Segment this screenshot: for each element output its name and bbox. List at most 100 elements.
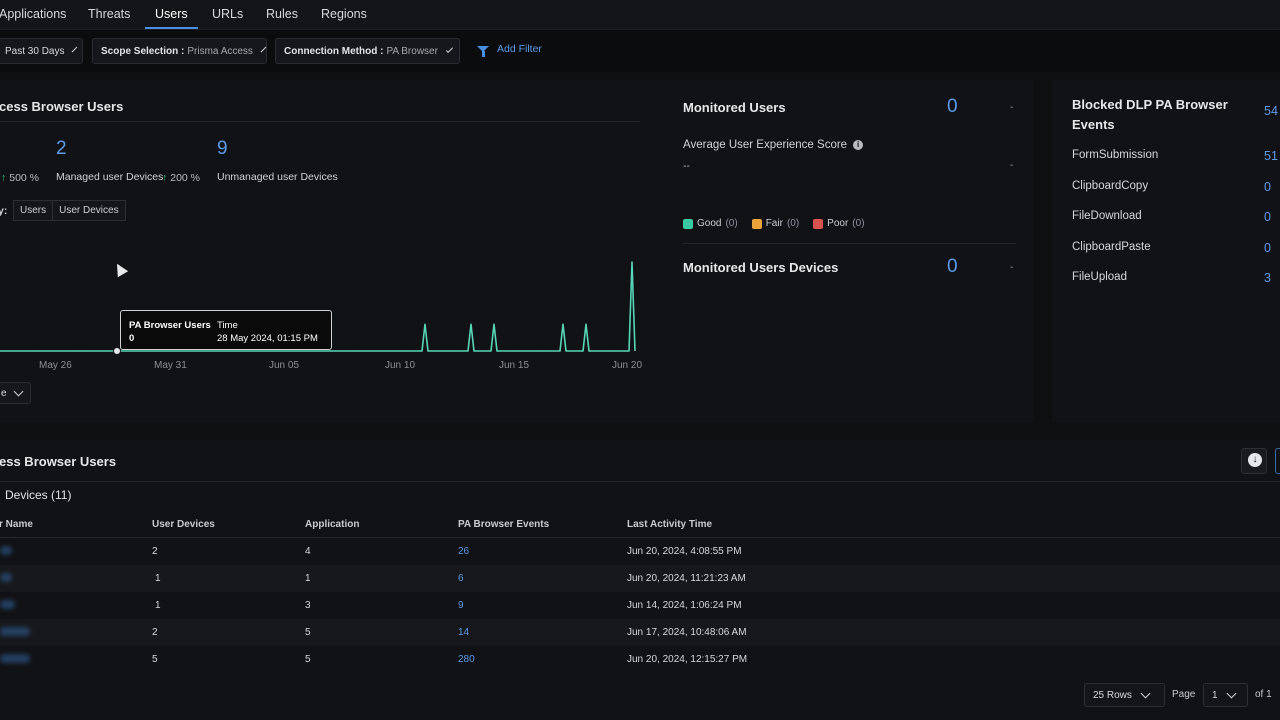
rows-per-page-dropdown[interactable]: 25 Rows [1084,683,1165,707]
dlp-row-value[interactable]: 0 [1264,210,1271,224]
scope-value: Prisma Access [187,45,253,57]
tab-rules[interactable]: Rules [266,0,298,29]
toggle-users[interactable]: Users [13,200,54,221]
data-point[interactable] [33,350,35,352]
poor-swatch-icon [813,218,824,229]
chart-options-dropdown[interactable]: e [0,382,31,404]
dlp-row-label: FileUpload [1072,271,1127,283]
cell-application: 5 [305,627,311,638]
data-point[interactable] [562,323,564,325]
unmanaged-devices-label: Unmanaged user Devices [217,171,338,183]
cell-user-devices: 5 [152,654,158,665]
data-point[interactable] [309,350,311,352]
column-header-pa-browser-events[interactable]: PA Browser Events [458,519,549,530]
users-change: ↑ 500 % [1,172,40,184]
tooltip-time-value: 28 May 2024, 01:15 PM [217,333,318,344]
cell-last-activity: Jun 14, 2024, 1:06:24 PM [627,600,742,611]
data-point[interactable] [493,323,495,325]
unmanaged-devices-count[interactable]: 9 [217,138,228,160]
cell-user-devices: 2 [152,546,158,557]
table-row[interactable]: 2 4 26 Jun 20, 2024, 4:08:55 PM [0,538,1280,565]
tab-threats[interactable]: Threats [88,0,130,29]
user-name-blurred[interactable] [0,600,15,609]
data-point[interactable] [217,350,219,352]
data-point[interactable] [79,350,81,352]
column-header-user-name[interactable]: r Name [0,519,33,530]
chart-options-value: e [1,387,7,399]
data-point[interactable] [631,261,633,263]
data-point[interactable] [516,350,518,352]
data-point[interactable] [401,350,403,352]
cell-user-devices: 1 [155,573,161,584]
view-by-label: y: [0,205,8,217]
tab-urls[interactable]: URLs [212,0,243,29]
data-point[interactable] [608,350,610,352]
data-point[interactable] [171,350,173,352]
scope-label: Scope Selection : [101,45,185,57]
user-name-blurred[interactable] [0,654,30,663]
devices-subtab[interactable]: Devices (11) [5,488,71,502]
tab-users[interactable]: Users [145,0,198,29]
table-row[interactable]: 1 1 6 Jun 20, 2024, 11:21:23 AM [0,565,1280,592]
data-point[interactable] [424,323,426,325]
chevron-down-icon [1226,688,1237,698]
dlp-row-label: ClipboardCopy [1072,180,1149,192]
user-name-blurred[interactable] [0,573,12,582]
table-row[interactable]: 5 5 280 Jun 20, 2024, 12:15:27 PM [0,646,1280,673]
time-range-dropdown[interactable]: Past 30 Days [0,38,83,64]
data-point[interactable] [263,350,265,352]
scope-selection-dropdown[interactable]: Scope Selection : Prisma Access [92,38,267,64]
filter-bar: Past 30 Days Scope Selection : Prisma Ac… [0,29,1280,72]
data-point[interactable] [470,323,472,325]
ux-score-value: -- [683,160,690,172]
managed-devices-count[interactable]: 2 [56,138,67,160]
blocked-dlp-total[interactable]: 54 [1264,104,1278,118]
info-icon: i [853,139,864,150]
dlp-row-value[interactable]: 0 [1264,180,1271,194]
data-point[interactable] [585,323,587,325]
table-row[interactable]: 1 3 9 Jun 14, 2024, 1:06:24 PM [0,592,1280,619]
cell-events-link[interactable]: 14 [458,627,469,638]
cell-events-link[interactable]: 6 [458,573,464,584]
filter-icon [477,46,489,57]
data-point[interactable] [447,350,449,352]
data-point[interactable] [125,350,127,352]
data-point[interactable] [539,350,541,352]
monitored-devices-count[interactable]: 0 [947,256,958,278]
cell-events-link[interactable]: 280 [458,654,475,665]
page-number-dropdown[interactable]: 1 [1203,683,1248,707]
cell-events-link[interactable]: 26 [458,546,469,557]
cell-events-link[interactable]: 9 [458,600,464,611]
toggle-user-devices[interactable]: User Devices [53,200,126,221]
tab-regions[interactable]: Regions [321,0,367,29]
table-row[interactable]: 2 5 14 Jun 17, 2024, 10:48:06 AM [0,619,1280,646]
view-by-toggle: Users User Devices [13,200,126,221]
table-title: ess Browser Users [0,454,117,469]
monitored-users-dash: - [1010,101,1014,113]
dlp-row-value[interactable]: 3 [1264,271,1271,285]
column-header-last-activity[interactable]: Last Activity Time [627,519,712,530]
tab-applications[interactable]: Applications [0,0,66,29]
time-range-value: Past 30 Days [5,45,65,57]
ux-legend: Good (0) Fair (0) Poor (0) [683,218,865,229]
dlp-row-value[interactable]: 0 [1264,241,1271,255]
blocked-dlp-title: Blocked DLP PA Browser Events [1072,97,1228,132]
good-swatch-icon [683,218,693,229]
user-name-blurred[interactable] [0,627,30,636]
data-point[interactable] [355,350,357,352]
column-header-application[interactable]: Application [305,519,359,530]
monitored-users-count[interactable]: 0 [947,96,958,118]
ux-score-title: Average User Experience Score i [683,139,864,151]
x-tick-label: Jun 15 [499,360,530,371]
table-settings-button[interactable] [1275,448,1280,474]
chevron-down-icon [445,45,454,53]
connection-method-dropdown[interactable]: Connection Method : PA Browser [275,38,460,64]
user-name-blurred[interactable] [0,546,12,555]
column-header-user-devices[interactable]: User Devices [152,519,215,530]
cell-last-activity: Jun 20, 2024, 4:08:55 PM [627,546,742,557]
download-button[interactable] [1241,448,1267,474]
rows-per-page-value: 25 Rows [1093,689,1132,701]
add-filter-button[interactable]: Add Filter [477,43,542,57]
dlp-row-value[interactable]: 51 [1264,149,1278,163]
tooltip-series-label: PA Browser Users [129,320,211,331]
